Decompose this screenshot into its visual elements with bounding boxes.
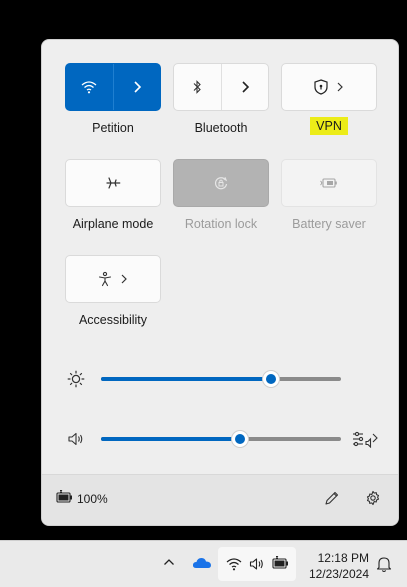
accessibility-label: Accessibility: [78, 313, 148, 327]
taskbar: 12:18 PM 12/23/2024: [0, 540, 407, 587]
bluetooth-icon: [191, 79, 203, 95]
brightness-slider-thumb[interactable]: [263, 371, 280, 387]
settings-gear-icon[interactable]: [365, 490, 381, 506]
wifi-tile[interactable]: [65, 63, 161, 111]
vpn-tile[interactable]: [281, 63, 377, 111]
battery-saver-tile[interactable]: [281, 159, 377, 207]
edit-pencil-icon[interactable]: [324, 490, 340, 506]
clock-time: 12:18 PM: [317, 551, 369, 565]
volume-slider-thumb[interactable]: [232, 431, 249, 447]
chevron-right-icon: [240, 80, 250, 94]
chevron-right-icon: [132, 80, 142, 94]
clock[interactable]: 12:18 PM 12/23/2024: [309, 550, 369, 582]
wifi-icon: [81, 80, 97, 94]
accessibility-icon: [98, 271, 112, 287]
wifi-expand-button[interactable]: [112, 64, 161, 110]
battery-icon: [272, 556, 290, 570]
bluetooth-toggle[interactable]: [174, 64, 221, 110]
quick-settings-panel: Petition Bluetooth VPN Airplane mode Rot…: [41, 39, 399, 526]
sun-icon: [67, 370, 85, 388]
bell-icon[interactable]: [376, 555, 392, 573]
airplane-mode-label: Airplane mode: [72, 217, 154, 231]
onedrive-cloud-icon[interactable]: [192, 556, 212, 570]
bluetooth-label: Bluetooth: [194, 121, 248, 135]
shield-icon: [314, 79, 328, 95]
bluetooth-tile[interactable]: [173, 63, 269, 111]
chevron-right-icon: [336, 81, 344, 93]
brightness-slider[interactable]: [101, 371, 341, 387]
rotation-lock-icon: [213, 175, 229, 191]
rotation-lock-label: Rotation lock: [184, 217, 258, 231]
accessibility-tile[interactable]: [65, 255, 161, 303]
audio-output-icon[interactable]: [352, 430, 378, 448]
battery-saver-icon: [320, 177, 338, 189]
wifi-label: Petition: [92, 121, 134, 135]
system-tray-quick-settings-button[interactable]: [218, 547, 296, 581]
battery-charging-icon[interactable]: [56, 490, 74, 504]
volume-slider[interactable]: [101, 431, 341, 447]
airplane-mode-tile[interactable]: [65, 159, 161, 207]
vpn-label-text: VPN: [310, 117, 348, 135]
wifi-toggle[interactable]: [66, 64, 113, 110]
vpn-label: VPN: [269, 117, 389, 135]
panel-footer: 100%: [42, 474, 398, 525]
speaker-icon[interactable]: [67, 431, 85, 447]
airplane-icon: [105, 175, 121, 191]
brightness-slider-fill: [101, 377, 272, 381]
volume-slider-fill: [101, 437, 241, 441]
bluetooth-expand-button[interactable]: [220, 64, 269, 110]
battery-saver-label: Battery saver: [292, 217, 366, 231]
clock-date: 12/23/2024: [308, 567, 369, 581]
wifi-icon: [226, 557, 242, 571]
battery-percentage: 100%: [77, 492, 108, 506]
rotation-lock-tile[interactable]: [173, 159, 269, 207]
chevron-up-icon[interactable]: [163, 557, 175, 567]
chevron-right-icon: [120, 273, 128, 285]
speaker-icon: [249, 557, 265, 571]
